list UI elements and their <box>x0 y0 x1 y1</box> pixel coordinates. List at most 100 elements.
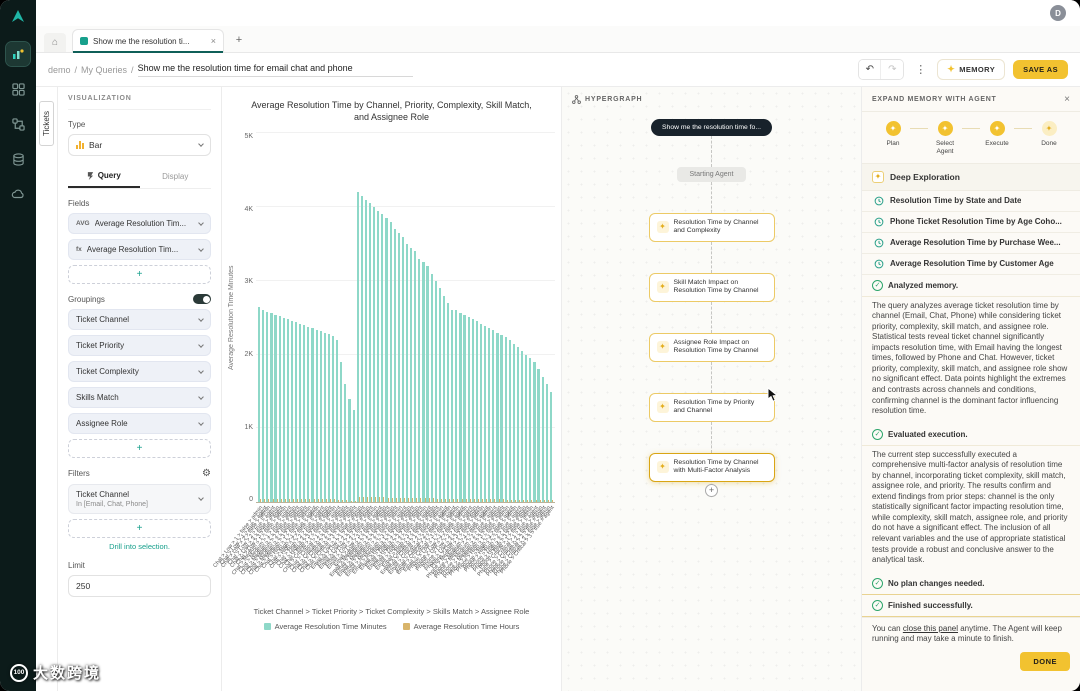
bar[interactable] <box>258 133 262 503</box>
grouping-chip[interactable]: Assignee Role <box>68 413 211 434</box>
bar[interactable] <box>307 133 311 503</box>
bar[interactable] <box>377 133 381 503</box>
bar[interactable] <box>319 133 323 503</box>
drill-into-selection-link[interactable]: Drill into selection. <box>68 542 211 551</box>
field-chip[interactable]: AVG Average Resolution Tim... <box>68 213 211 234</box>
bar[interactable] <box>545 133 549 503</box>
bar[interactable] <box>401 133 405 503</box>
grouping-chip[interactable]: Ticket Priority <box>68 335 211 356</box>
groupings-toggle[interactable] <box>193 294 211 304</box>
hypergraph-node[interactable]: ✦ Resolution Time by Channel with Multi-F… <box>648 452 775 482</box>
kebab-menu-icon[interactable]: ⋮ <box>912 63 929 76</box>
undo-icon[interactable]: ↶ <box>859 60 882 79</box>
add-filter-button[interactable]: + <box>68 519 211 538</box>
bar[interactable] <box>484 133 488 503</box>
bar[interactable] <box>500 133 504 503</box>
bar[interactable] <box>344 133 348 503</box>
bar[interactable] <box>434 133 438 503</box>
bar[interactable] <box>266 133 270 503</box>
grouping-chip[interactable]: Skills Match <box>68 387 211 408</box>
bar[interactable] <box>410 133 414 503</box>
bar[interactable] <box>471 133 475 503</box>
bar[interactable] <box>405 133 410 503</box>
bar[interactable] <box>504 133 508 503</box>
add-field-button[interactable]: + <box>68 265 211 284</box>
limit-input[interactable] <box>68 575 211 597</box>
close-icon[interactable]: × <box>1064 94 1070 105</box>
bar[interactable] <box>278 133 282 503</box>
query-tab[interactable]: Show me the resolution ti... × <box>72 29 224 53</box>
bar[interactable] <box>438 133 442 503</box>
home-icon[interactable]: ⌂ <box>44 33 66 52</box>
bar[interactable] <box>492 133 496 503</box>
tab-close-icon[interactable]: × <box>211 36 216 46</box>
deep-exploration-row[interactable]: ✦ Deep Exploration <box>862 163 1080 191</box>
bar[interactable] <box>286 133 290 503</box>
new-tab-button[interactable]: + <box>230 31 248 49</box>
add-node-button[interactable]: + <box>705 483 718 497</box>
bar[interactable] <box>451 133 455 503</box>
tab-display[interactable]: Display <box>140 166 212 188</box>
hypergraph-start-node[interactable]: Starting Agent <box>676 167 747 182</box>
bar[interactable] <box>393 133 397 503</box>
bar[interactable] <box>525 133 529 503</box>
bar[interactable] <box>475 133 479 503</box>
bar[interactable] <box>537 133 541 503</box>
hypergraph-node[interactable]: ✦ Resolution Time by Priority and Channel <box>648 392 775 422</box>
query-title[interactable]: Show me the resolution time for email ch… <box>137 63 413 77</box>
bar[interactable] <box>529 133 533 503</box>
bar[interactable] <box>348 133 352 503</box>
hypergraph-node[interactable]: ✦ Skill Match Impact on Resolution Time b… <box>648 272 775 302</box>
user-avatar[interactable]: D <box>1050 5 1066 21</box>
bar[interactable] <box>274 133 278 503</box>
bar[interactable] <box>516 133 520 503</box>
memory-item[interactable]: Resolution Time by State and Date <box>862 191 1080 212</box>
bar[interactable] <box>455 133 459 503</box>
rail-database-icon[interactable] <box>6 147 30 171</box>
bar[interactable] <box>418 133 422 503</box>
rail-analytics-icon[interactable] <box>5 41 31 67</box>
grouping-chip[interactable]: Ticket Channel <box>68 309 211 330</box>
grouping-chip[interactable]: Ticket Complexity <box>68 361 211 382</box>
bar[interactable] <box>373 133 377 503</box>
bar[interactable] <box>541 133 545 503</box>
bar[interactable] <box>311 133 315 503</box>
bar[interactable] <box>364 133 368 503</box>
bar[interactable] <box>262 133 266 503</box>
hypergraph-node[interactable]: ✦ Resolution Time by Channel and Complexi… <box>648 213 775 242</box>
memory-button[interactable]: ✦ MEMORY <box>937 59 1006 80</box>
bar[interactable] <box>270 133 274 503</box>
rail-workflow-icon[interactable] <box>6 112 30 136</box>
bar[interactable] <box>488 133 492 503</box>
bar[interactable] <box>356 133 360 503</box>
bar[interactable] <box>397 133 401 503</box>
bar[interactable] <box>381 133 385 503</box>
bar[interactable] <box>368 133 373 503</box>
bar[interactable] <box>340 133 344 503</box>
memory-item[interactable]: Phone Ticket Resolution Time by Age Coho… <box>862 212 1080 233</box>
bar[interactable] <box>303 133 307 503</box>
bar[interactable] <box>336 133 340 503</box>
chart-type-select[interactable]: Bar <box>68 134 211 156</box>
hypergraph-root-node[interactable]: Show me the resolution time fo... <box>651 119 772 136</box>
bar[interactable] <box>533 133 537 503</box>
rail-cloud-icon[interactable] <box>6 182 30 206</box>
save-as-button[interactable]: SAVE AS <box>1013 60 1068 79</box>
redo-icon[interactable]: ↷ <box>881 60 904 79</box>
hypergraph-node[interactable]: ✦ Assignee Role Impact on Resolution Time… <box>648 332 775 362</box>
memory-item[interactable]: Average Resolution Time by Customer Age <box>862 254 1080 275</box>
bar[interactable] <box>360 133 364 503</box>
bar[interactable] <box>442 133 447 503</box>
bar[interactable] <box>508 133 512 503</box>
breadcrumb-my-queries[interactable]: My Queries <box>81 65 127 75</box>
bar[interactable] <box>414 133 418 503</box>
bar[interactable] <box>327 133 331 503</box>
bar[interactable] <box>385 133 389 503</box>
bar[interactable] <box>422 133 426 503</box>
bar[interactable] <box>315 133 319 503</box>
close-panel-link[interactable]: close this panel <box>903 624 958 633</box>
add-grouping-button[interactable]: + <box>68 439 211 458</box>
gear-icon[interactable]: ⚙ <box>202 468 211 479</box>
bar[interactable] <box>294 133 299 503</box>
bar[interactable] <box>549 133 553 503</box>
